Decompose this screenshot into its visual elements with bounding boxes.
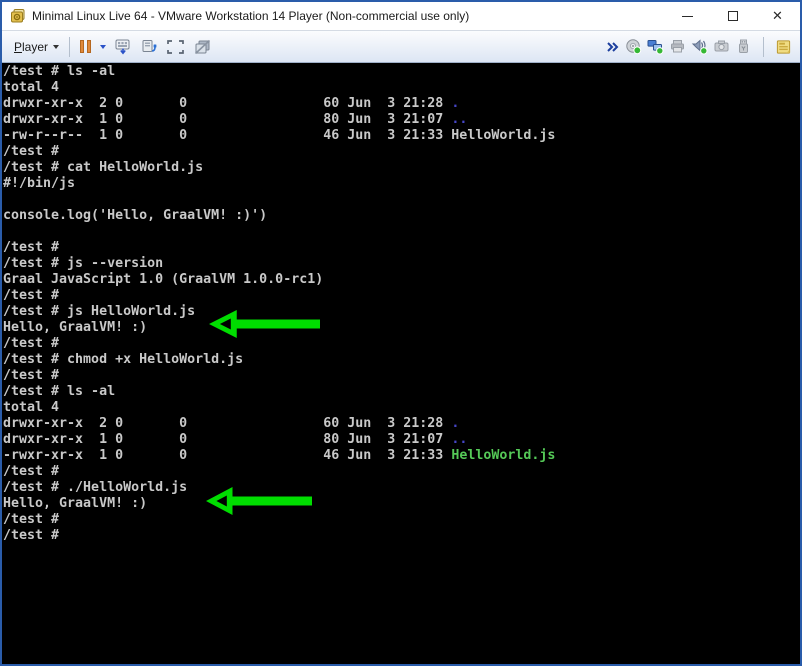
toolbar: Player xyxy=(2,30,800,63)
usb-status-icon[interactable] xyxy=(735,38,752,55)
library-panel-icon xyxy=(775,38,792,56)
more-chevrons-icon[interactable] xyxy=(606,40,620,54)
unity-mode-icon xyxy=(193,38,212,56)
vm-console-screen[interactable]: /test # ls -al total 4 drwxr-xr-x 2 0 0 … xyxy=(2,63,800,664)
sound-status-icon[interactable] xyxy=(691,38,708,55)
network-status-icon[interactable] xyxy=(647,38,664,55)
player-menu-button[interactable]: Player xyxy=(10,35,63,59)
window-title: Minimal Linux Live 64 - VMware Workstati… xyxy=(32,9,665,23)
send-ctrl-alt-del-icon xyxy=(114,38,132,56)
pause-icon xyxy=(80,40,91,53)
minimize-button[interactable] xyxy=(665,2,710,30)
cd-dvd-status-icon[interactable] xyxy=(625,38,642,55)
vmware-app-icon xyxy=(10,8,26,24)
close-button[interactable]: ✕ xyxy=(755,2,800,30)
titlebar[interactable]: Minimal Linux Live 64 - VMware Workstati… xyxy=(2,2,800,30)
send-ctrl-alt-del-button[interactable] xyxy=(110,35,136,59)
chevron-down-icon xyxy=(100,45,106,49)
vm-devices-icon xyxy=(140,38,158,56)
terminal-output: /test # ls -al total 4 drwxr-xr-x 2 0 0 … xyxy=(2,63,800,544)
printer-status-icon[interactable] xyxy=(669,38,686,55)
vm-devices-button[interactable] xyxy=(136,35,162,59)
fullscreen-icon xyxy=(166,38,185,56)
toolbar-separator xyxy=(69,37,70,57)
player-menu-label: Player xyxy=(14,40,48,54)
toolbar-separator xyxy=(763,37,764,57)
camera-status-icon[interactable] xyxy=(713,38,730,55)
library-panel-button[interactable] xyxy=(775,38,792,55)
vmware-player-window: Minimal Linux Live 64 - VMware Workstati… xyxy=(0,0,802,666)
suspend-button[interactable] xyxy=(76,35,110,59)
fullscreen-button[interactable] xyxy=(162,35,189,59)
unity-mode-button[interactable] xyxy=(189,35,216,59)
device-status-group xyxy=(606,37,792,57)
maximize-button[interactable] xyxy=(710,2,755,30)
chevron-down-icon xyxy=(53,45,59,49)
